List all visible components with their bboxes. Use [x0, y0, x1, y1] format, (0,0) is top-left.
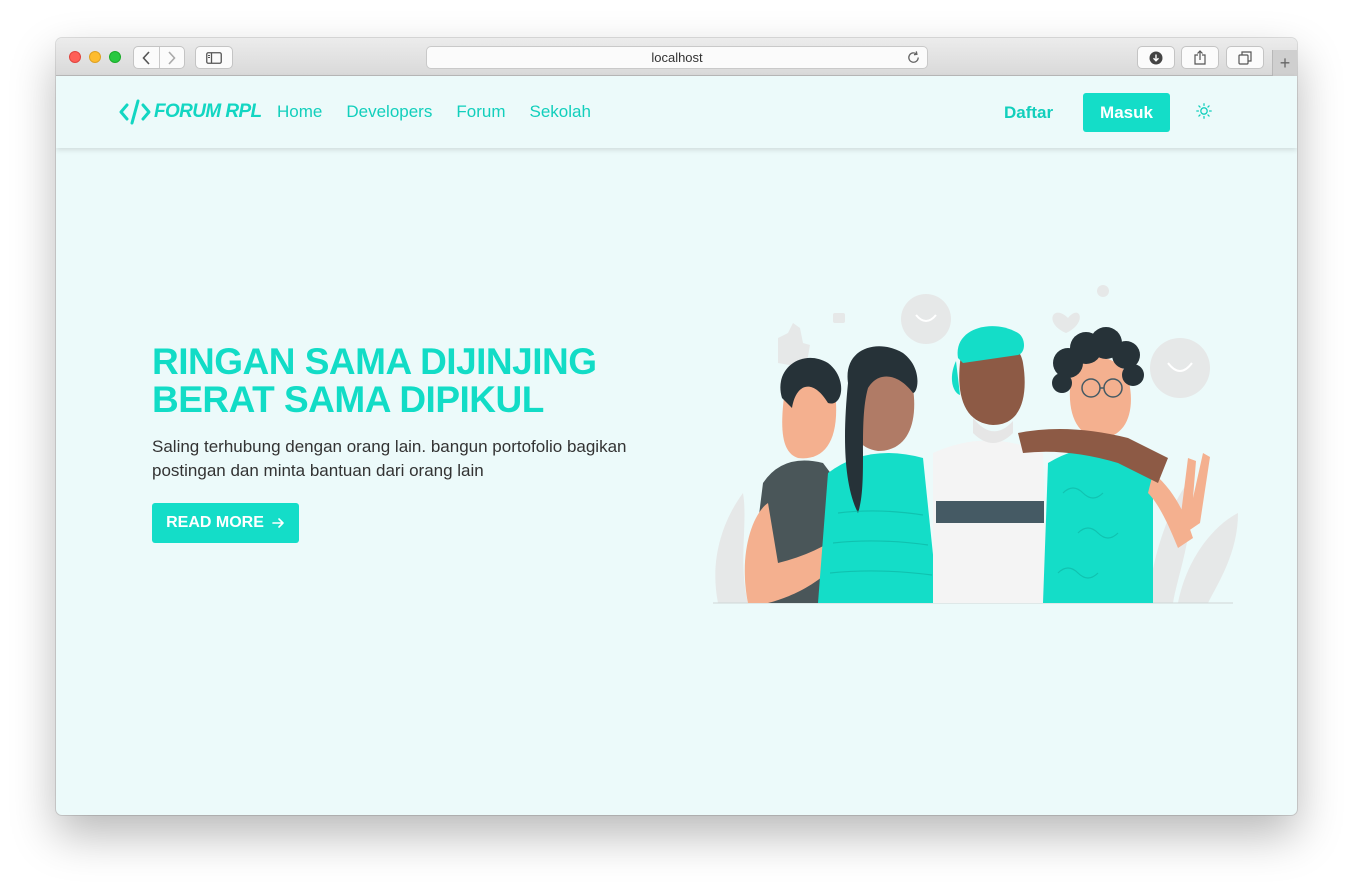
download-icon [1149, 51, 1163, 64]
sidebar-toggle-button[interactable] [195, 46, 233, 69]
chevron-right-icon [168, 50, 177, 65]
share-icon [1194, 50, 1206, 65]
code-icon [119, 99, 151, 125]
new-tab-button[interactable]: + [1272, 50, 1297, 76]
main-nav: Home Developers Forum Sekolah [277, 102, 615, 122]
browser-window: localhost + FORUM RPL Home Developers Fo… [56, 38, 1297, 815]
forward-button[interactable] [158, 47, 184, 68]
minimize-window-button[interactable] [89, 51, 101, 63]
tab-overview-button[interactable] [1226, 46, 1264, 69]
login-button-label: Masuk [1100, 102, 1153, 122]
history-nav [133, 46, 185, 69]
hero-title-line-2: BERAT SAMA DIPIKUL [152, 379, 544, 420]
close-window-button[interactable] [69, 51, 81, 63]
url-text: localhost [651, 50, 703, 65]
hero-title: RINGAN SAMA DIJINJING BERAT SAMA DIPIKUL [152, 343, 672, 419]
read-more-label: READ MORE [166, 514, 264, 531]
brand-logo[interactable]: FORUM RPL [119, 98, 262, 126]
read-more-button[interactable]: READ MORE [152, 503, 299, 543]
site-navbar: FORUM RPL Home Developers Forum Sekolah … [56, 76, 1297, 148]
address-bar[interactable]: localhost [426, 46, 928, 69]
sun-icon[interactable] [1196, 103, 1212, 119]
maximize-window-button[interactable] [109, 51, 121, 63]
register-button[interactable]: Daftar [1004, 103, 1053, 123]
chevron-left-icon [142, 50, 150, 65]
nav-link-forum[interactable]: Forum [456, 102, 505, 122]
arrow-right-icon [272, 518, 284, 528]
nav-link-developers[interactable]: Developers [346, 102, 432, 122]
nav-link-home[interactable]: Home [277, 102, 322, 122]
share-button[interactable] [1181, 46, 1219, 69]
reload-icon[interactable] [906, 50, 921, 65]
back-button[interactable] [134, 47, 159, 68]
hero-illustration [713, 285, 1238, 604]
plus-icon: + [1279, 52, 1291, 73]
login-button[interactable]: Masuk [1083, 93, 1170, 132]
hero-description: Saling terhubung dengan orang lain. bang… [152, 437, 627, 480]
browser-toolbar: localhost + [56, 38, 1297, 76]
hero-title-line-1: RINGAN SAMA DIJINJING [152, 341, 597, 382]
downloads-button[interactable] [1137, 46, 1175, 69]
sidebar-icon [206, 51, 222, 64]
tabs-icon [1238, 50, 1252, 65]
nav-link-sekolah[interactable]: Sekolah [529, 102, 590, 122]
brand-name: FORUM RPL [154, 101, 262, 122]
